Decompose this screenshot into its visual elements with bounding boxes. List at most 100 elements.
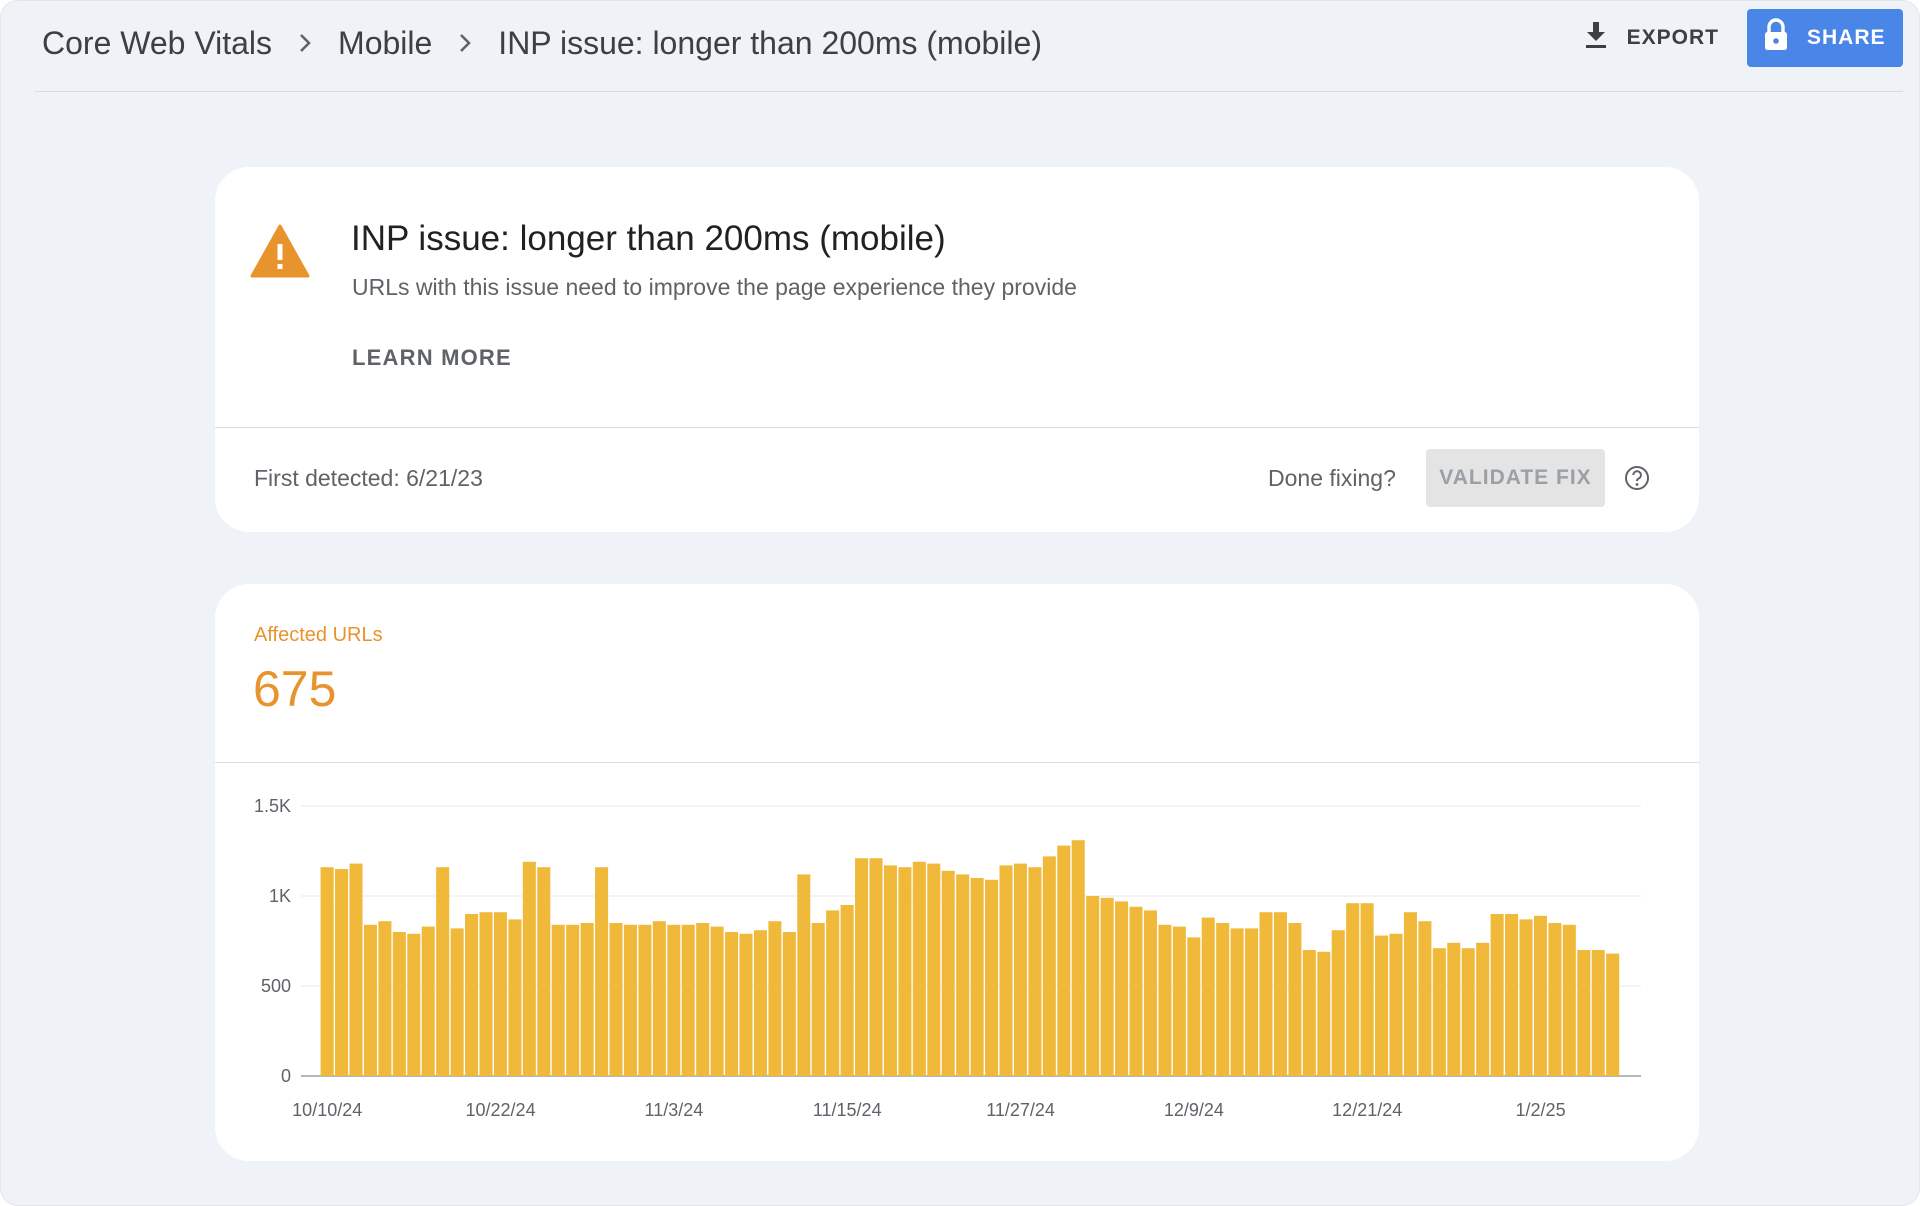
chart-bar[interactable] xyxy=(652,921,666,1076)
chart-bar[interactable] xyxy=(840,905,854,1076)
chart-bar[interactable] xyxy=(363,924,377,1076)
chart-bar[interactable] xyxy=(869,858,883,1076)
share-button[interactable]: SHARE xyxy=(1747,9,1903,67)
chart-bar[interactable] xyxy=(696,923,710,1076)
chart-bar[interactable] xyxy=(999,865,1013,1076)
chart-bar[interactable] xyxy=(956,874,970,1076)
chart-bar[interactable] xyxy=(1057,845,1071,1076)
chart-bar[interactable] xyxy=(1403,912,1417,1076)
chart-bar[interactable] xyxy=(450,928,464,1076)
chart-bar[interactable] xyxy=(1216,923,1230,1076)
chart-bar[interactable] xyxy=(407,933,421,1076)
chart-bar[interactable] xyxy=(1375,935,1389,1076)
chart-bar[interactable] xyxy=(1129,906,1143,1076)
chart-bar[interactable] xyxy=(1389,933,1403,1076)
breadcrumb-core-web-vitals[interactable]: Core Web Vitals xyxy=(42,25,272,62)
chart-bar[interactable] xyxy=(1143,910,1157,1076)
chart-bar[interactable] xyxy=(595,867,609,1076)
learn-more-link[interactable]: LEARN MORE xyxy=(352,345,512,371)
chart-bar[interactable] xyxy=(1086,896,1100,1076)
chart-bar[interactable] xyxy=(1577,950,1591,1076)
chart-bar[interactable] xyxy=(753,930,767,1076)
breadcrumb-mobile[interactable]: Mobile xyxy=(338,25,432,62)
chart-bar[interactable] xyxy=(1259,912,1273,1076)
chart-bar[interactable] xyxy=(1302,950,1316,1076)
chart-bar[interactable] xyxy=(638,924,652,1076)
chart-bar[interactable] xyxy=(1230,928,1244,1076)
chart-bar[interactable] xyxy=(392,932,406,1076)
chart-bar[interactable] xyxy=(1606,953,1620,1076)
chart-bar[interactable] xyxy=(768,921,782,1076)
chart-bar[interactable] xyxy=(1288,923,1302,1076)
chart-bar[interactable] xyxy=(1331,930,1345,1076)
chart-bar[interactable] xyxy=(378,921,392,1076)
chart-bar[interactable] xyxy=(493,912,507,1076)
help-icon[interactable] xyxy=(1624,465,1650,496)
chart-bar[interactable] xyxy=(1201,917,1215,1076)
issue-description: URLs with this issue need to improve the… xyxy=(352,274,1077,300)
chart-bar[interactable] xyxy=(898,867,912,1076)
chart-bar[interactable] xyxy=(912,861,926,1076)
chart-bar[interactable] xyxy=(1461,948,1475,1076)
chart-bar[interactable] xyxy=(421,926,435,1076)
chart-bar[interactable] xyxy=(1476,942,1490,1076)
chart-bar[interactable] xyxy=(739,933,753,1076)
chart-bar[interactable] xyxy=(566,924,580,1076)
chart-bar[interactable] xyxy=(1346,903,1360,1076)
chart-bar[interactable] xyxy=(985,879,999,1076)
chart-bar[interactable] xyxy=(883,865,897,1076)
chart-bar[interactable] xyxy=(1490,914,1504,1076)
chart-bar[interactable] xyxy=(465,914,479,1076)
chart-bar[interactable] xyxy=(580,923,594,1076)
chart-bar[interactable] xyxy=(1360,903,1374,1076)
chart-bar[interactable] xyxy=(1172,926,1186,1076)
chart-bar[interactable] xyxy=(1187,937,1201,1076)
chart-bar[interactable] xyxy=(1042,856,1056,1076)
chart-bar[interactable] xyxy=(927,863,941,1076)
chart-bar[interactable] xyxy=(1245,928,1259,1076)
chart-bar[interactable] xyxy=(1447,942,1461,1076)
chart-bar[interactable] xyxy=(725,932,739,1076)
chart-bar[interactable] xyxy=(1562,924,1576,1076)
chart-bar[interactable] xyxy=(551,924,565,1076)
chart-bar[interactable] xyxy=(1317,951,1331,1076)
chart-bar[interactable] xyxy=(508,919,522,1076)
chart-bar[interactable] xyxy=(1013,863,1027,1076)
chart-bar[interactable] xyxy=(623,924,637,1076)
chart-bar[interactable] xyxy=(479,912,493,1076)
chart-bar[interactable] xyxy=(1505,914,1519,1076)
chart-bar[interactable] xyxy=(1519,919,1533,1076)
first-detected: First detected: 6/21/23 xyxy=(254,465,483,491)
chart-bar[interactable] xyxy=(1071,840,1085,1076)
export-button[interactable]: EXPORT xyxy=(1569,9,1733,67)
chart-bar[interactable] xyxy=(522,861,536,1076)
chart-bar[interactable] xyxy=(335,869,349,1076)
chart-bar[interactable] xyxy=(609,923,623,1076)
chart-bar[interactable] xyxy=(436,867,450,1076)
chart-bar[interactable] xyxy=(826,910,840,1076)
chart-bar[interactable] xyxy=(320,867,334,1076)
chart-bar[interactable] xyxy=(1100,897,1114,1076)
chart-bar[interactable] xyxy=(349,863,363,1076)
chart-bar[interactable] xyxy=(681,924,695,1076)
chart-bar[interactable] xyxy=(1432,948,1446,1076)
chart-bar[interactable] xyxy=(1418,921,1432,1076)
chart-bar[interactable] xyxy=(855,858,869,1076)
chart-bar[interactable] xyxy=(537,867,551,1076)
chart-bar[interactable] xyxy=(1028,867,1042,1076)
chart-bar[interactable] xyxy=(1533,915,1547,1076)
chart-bar[interactable] xyxy=(811,923,825,1076)
chart-bar[interactable] xyxy=(1115,901,1129,1076)
chart-bar[interactable] xyxy=(1273,912,1287,1076)
chart-bar[interactable] xyxy=(1548,923,1562,1076)
chart-bar[interactable] xyxy=(782,932,796,1076)
chart-bar[interactable] xyxy=(941,870,955,1076)
chart-bar[interactable] xyxy=(1591,950,1605,1076)
chart-bar[interactable] xyxy=(710,926,724,1076)
chart-bar[interactable] xyxy=(1158,924,1172,1076)
validate-fix-button[interactable]: VALIDATE FIX xyxy=(1426,449,1605,507)
chart-bar[interactable] xyxy=(797,874,811,1076)
chart-bar[interactable] xyxy=(667,924,681,1076)
y-tick-label: 1K xyxy=(269,886,291,906)
chart-bar[interactable] xyxy=(970,878,984,1076)
